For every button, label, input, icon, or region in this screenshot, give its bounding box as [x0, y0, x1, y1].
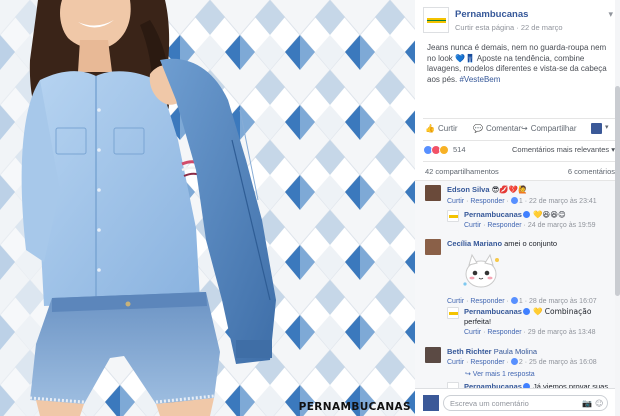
- commenter-name[interactable]: Pernambucanas: [464, 307, 522, 316]
- post-text-line: no look: [427, 53, 453, 63]
- commenter-name[interactable]: Beth Richter: [447, 347, 492, 356]
- page-reply-avatar[interactable]: [447, 210, 459, 222]
- post-actions-bar: 👍 Curtir 💬 Comentar ↪ Compartilhar ▾: [423, 122, 615, 138]
- comment-text: 😎💋💔🙋: [491, 185, 528, 194]
- hashtag-link[interactable]: #VesteBem: [459, 75, 500, 84]
- scrollbar-thumb[interactable]: [615, 86, 620, 296]
- commenter-name[interactable]: Pernambucanas: [464, 210, 522, 219]
- comment-reply-link[interactable]: Responder: [487, 222, 521, 229]
- photo-brand-watermark: PERNAMBUCANAS: [298, 401, 411, 413]
- write-comment-bar: 📷 ☺: [415, 388, 615, 416]
- reactions-summary[interactable]: 514 Comentários mais relevantes ▾: [423, 144, 615, 158]
- react-as-selector[interactable]: ▾: [591, 122, 613, 135]
- page-avatar-logo[interactable]: [423, 7, 449, 33]
- like-button[interactable]: 👍 Curtir: [425, 124, 458, 133]
- commenter-name[interactable]: Edson Silva: [447, 185, 490, 194]
- cat-sticker-icon: [463, 253, 499, 288]
- comments-count-link[interactable]: 6 comentários: [568, 167, 615, 176]
- thumbs-up-icon: 👍: [425, 124, 435, 133]
- commenter-avatar[interactable]: [425, 239, 441, 255]
- post-text-line: lavagens, modelos diferentes e vista-se …: [427, 64, 607, 73]
- like-page-link[interactable]: Curtir esta página: [455, 23, 514, 32]
- blue-heart-emoji-icon: 💙: [455, 53, 465, 63]
- post-text-line: aos pés.: [427, 74, 458, 84]
- comment-time[interactable]: 28 de março às 16:07: [529, 298, 597, 305]
- comment-text: 💛😆😆😊: [533, 210, 566, 219]
- commenter-name[interactable]: Cecília Mariano: [447, 239, 502, 248]
- reaction-count: 514: [453, 145, 466, 154]
- panel-scrollbar[interactable]: [615, 0, 620, 416]
- share-icon: ↪: [521, 124, 528, 133]
- comment-like-link[interactable]: Curtir: [464, 222, 481, 229]
- comment-like-count: 1: [518, 198, 523, 205]
- view-more-replies-link[interactable]: ↪ Ver mais 1 resposta: [465, 370, 535, 378]
- divider: [423, 140, 615, 141]
- post-stats: 42 compartilhamentos 6 comentários: [423, 167, 615, 179]
- jeans-emoji-icon: 👖: [465, 53, 475, 63]
- comment-like-link[interactable]: Curtir: [447, 359, 464, 366]
- post-message: Jeans nunca é demais, nem no guarda-roup…: [427, 43, 615, 85]
- comment-item: Cecília Mariano amei o conjunto Curtir ·…: [425, 239, 611, 309]
- post-header: Pernambucanas Curtir esta página · 22 de…: [423, 7, 613, 37]
- comment-time[interactable]: 22 de março às 23:41: [529, 198, 597, 205]
- wow-reaction-icon: [439, 145, 449, 155]
- comment-like-link[interactable]: Curtir: [447, 298, 464, 305]
- comment-label: Comentar: [485, 124, 522, 133]
- camera-icon[interactable]: 📷: [582, 399, 592, 408]
- comment-reply-link[interactable]: Responder: [470, 359, 504, 366]
- share-label: Compartilhar: [530, 124, 577, 133]
- like-count-icon: [510, 197, 518, 204]
- verified-badge-icon: [522, 211, 530, 218]
- comment-time[interactable]: 25 de março às 16:08: [529, 359, 597, 366]
- comment-reply-link[interactable]: Responder: [470, 298, 504, 305]
- chevron-down-icon: ▾: [605, 124, 609, 131]
- comment-time[interactable]: 29 de março às 13:48: [528, 329, 596, 336]
- like-count-icon: [510, 297, 518, 304]
- comment-meta: Curtir · Responder · 1 · 28 de março às …: [447, 297, 597, 305]
- post-photo[interactable]: PERNAMBUCANAS: [0, 0, 415, 416]
- comment-like-count: 1: [518, 298, 523, 305]
- divider: [423, 118, 615, 119]
- comment-meta: Curtir · Responder · 24 de março às 19:5…: [464, 222, 596, 229]
- meta-separator: ·: [514, 23, 521, 32]
- tagged-user-link[interactable]: Paula Molina: [494, 347, 537, 356]
- photo-illustration: [0, 0, 415, 416]
- share-button[interactable]: ↪ Compartilhar: [521, 124, 577, 133]
- post-meta: Curtir esta página · 22 de março: [455, 23, 563, 32]
- current-user-avatar[interactable]: [423, 395, 439, 411]
- comment-meta: Curtir · Responder · 2 · 25 de março às …: [447, 358, 597, 366]
- comment-text: amei o conjunto: [504, 239, 558, 248]
- comment-like-count: 2: [518, 359, 523, 366]
- like-count-icon: [510, 358, 518, 365]
- page-name-link[interactable]: Pernambucanas: [455, 9, 528, 20]
- divider: [423, 161, 615, 162]
- commenter-avatar[interactable]: [425, 185, 441, 201]
- comment-like-link[interactable]: Curtir: [464, 329, 481, 336]
- shares-count-link[interactable]: 42 compartilhamentos: [425, 167, 499, 176]
- comment-button[interactable]: 💬 Comentar: [473, 124, 521, 133]
- post-text-line: Aposte na tendência, combine: [474, 53, 585, 63]
- post-text-line: Jeans nunca é demais, nem no guarda-roup…: [427, 43, 607, 52]
- verified-badge-icon: [522, 308, 530, 315]
- comment-icon: 💬: [473, 124, 483, 133]
- comment-reply-link[interactable]: Responder: [470, 198, 504, 205]
- commenter-avatar[interactable]: [425, 347, 441, 363]
- comment-text-continued: perfeita!: [464, 317, 492, 326]
- comment-text: 💛 Combinação: [533, 307, 592, 316]
- emoji-icon[interactable]: ☺: [595, 399, 603, 408]
- comment-meta: Curtir · Responder · 1 · 22 de março às …: [447, 197, 597, 205]
- comment-like-link[interactable]: Curtir: [447, 198, 464, 205]
- comment-time[interactable]: 24 de março às 19:59: [528, 222, 596, 229]
- post-options-icon[interactable]: ▾: [608, 9, 613, 20]
- post-date[interactable]: 22 de março: [521, 23, 563, 32]
- comment-reply-link[interactable]: Responder: [487, 329, 521, 336]
- page-reply-avatar[interactable]: [447, 307, 459, 319]
- post-sidebar: Pernambucanas Curtir esta página · 22 de…: [415, 0, 620, 416]
- comment-meta: Curtir · Responder · 29 de março às 13:4…: [464, 329, 596, 336]
- comment-sort-dropdown[interactable]: Comentários mais relevantes ▾: [512, 145, 615, 154]
- like-label: Curtir: [437, 124, 458, 133]
- comments-list: Edson Silva 😎💋💔🙋 Curtir · Responder · 1 …: [415, 180, 615, 391]
